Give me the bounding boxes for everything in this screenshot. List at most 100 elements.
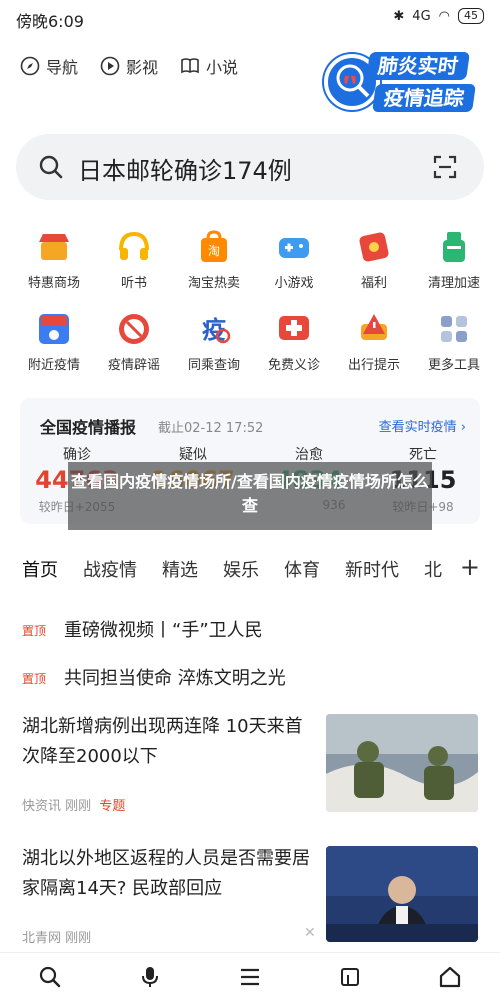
scan-icon[interactable] <box>432 154 458 180</box>
gift-card-icon <box>355 228 393 266</box>
grid-item-label: 听书 <box>120 276 147 291</box>
bluetooth-icon: ✱ <box>393 8 405 24</box>
play-circle-icon <box>100 56 120 76</box>
pinned-headline[interactable]: 重磅微视频丨“手”卫人民 <box>64 616 263 642</box>
status-bar: 傍晚6:09 ✱ 4G ◠ 45 <box>0 0 500 36</box>
news-tag: 专题 <box>99 799 126 814</box>
grid-item-rumor[interactable]: 疫情辟谣 <box>94 304 174 374</box>
grid-item-taobao[interactable]: 淘 淘宝热卖 <box>174 222 254 292</box>
grid-item-label: 更多工具 <box>427 358 480 373</box>
browser-home: 傍晚6:09 ✱ 4G ◠ 45 导航 影视 小说 肺炎实时 疫情追踪 日本邮轮… <box>0 0 500 1000</box>
search-bar[interactable]: 日本邮轮确诊174例 <box>16 134 484 200</box>
search-icon[interactable] <box>38 965 62 989</box>
pinned-badge: 置顶 <box>22 672 47 686</box>
nav-link-daohang[interactable]: 导航 <box>20 54 78 78</box>
news-time: 刚刚 <box>65 931 92 946</box>
view-realtime-label: 查看实时疫情 <box>378 420 457 435</box>
nav-link-label: 导航 <box>46 58 79 77</box>
svg-text:淘: 淘 <box>208 244 220 258</box>
compass-icon <box>20 56 40 76</box>
grid-item-label: 附近疫情 <box>27 358 80 373</box>
search-icon <box>39 155 63 179</box>
tab-home[interactable]: 首页 <box>22 556 58 580</box>
chevron-right-icon: › <box>460 420 466 435</box>
nav-link-label: 影视 <box>126 58 159 77</box>
logo-line2: 疫情追踪 <box>372 84 476 112</box>
tab-beijing[interactable]: 北 <box>424 556 442 580</box>
pinned-headline[interactable]: 共同担当使命 淬炼文明之光 <box>64 664 286 690</box>
nav-link-label: 小说 <box>206 58 239 77</box>
grid-item-more-tools[interactable]: 更多工具 <box>414 304 494 374</box>
news-time: 刚刚 <box>65 799 92 814</box>
grid-item-shop[interactable]: 特惠商场 <box>14 222 94 292</box>
news-title[interactable]: 湖北以外地区返程的人员是否需要居家隔离14天? 民政部回应 <box>22 844 312 904</box>
grid-item-label: 小游戏 <box>274 276 314 291</box>
shop-icon <box>35 228 73 266</box>
grid-item-minigames[interactable]: 小游戏 <box>254 222 334 292</box>
tab-featured[interactable]: 精选 <box>162 556 198 580</box>
search-query: 日本邮轮确诊174例 <box>78 157 292 185</box>
grid-item-travel-alert[interactable]: 出行提示 <box>334 304 414 374</box>
grid-item-nearby-epidemic[interactable]: 附近疫情 <box>14 304 94 374</box>
bottom-nav <box>0 952 500 1000</box>
grid-item-label: 出行提示 <box>347 358 400 373</box>
battery-indicator: 45 <box>458 8 484 24</box>
grid-item-free-clinic[interactable]: 免费义诊 <box>254 304 334 374</box>
more-grid-icon <box>435 310 473 348</box>
signal-label: 4G <box>412 8 431 24</box>
covid-tracker-logo[interactable]: 肺炎实时 疫情追踪 <box>324 52 482 114</box>
stat-label: 疑似 <box>179 447 207 463</box>
tab-entertainment[interactable]: 娱乐 <box>223 556 259 580</box>
book-icon <box>181 58 199 74</box>
news-source: 北青网 <box>22 931 62 946</box>
channel-tabs: 首页 战疫情 精选 娱乐 体育 新时代 北 + <box>22 556 500 580</box>
medical-icon <box>275 310 313 348</box>
logo-line1: 肺炎实时 <box>366 52 470 80</box>
tab-fight-epidemic[interactable]: 战疫情 <box>83 556 137 580</box>
clean-icon <box>435 228 473 266</box>
card-date: 截止02-12 17:52 <box>158 421 264 436</box>
wifi-icon: ◠ <box>438 8 450 24</box>
news-meta: 北青网 刚刚 <box>22 927 91 946</box>
stat-label: 死亡 <box>409 447 437 463</box>
news-title[interactable]: 湖北新增病例出现两连降 10天来首次降至2000以下 <box>22 712 312 772</box>
grid-item-label: 福利 <box>360 276 387 291</box>
menu-icon[interactable] <box>238 965 262 989</box>
card-title: 全国疫情播报 <box>40 418 137 437</box>
view-realtime-link[interactable]: 查看实时疫情 › <box>379 416 466 435</box>
nav-link-xiaoshuo[interactable]: 小说 <box>180 54 238 78</box>
news-thumbnail[interactable] <box>326 714 478 812</box>
travel-alert-icon <box>355 310 393 348</box>
grid-item-audiobook[interactable]: 听书 <box>94 222 174 292</box>
nav-link-yingshi[interactable]: 影视 <box>100 54 158 78</box>
stat-label: 确诊 <box>63 447 91 463</box>
news-thumbnail[interactable] <box>326 846 478 942</box>
tab-new-era[interactable]: 新时代 <box>345 556 399 580</box>
rumor-icon <box>115 310 153 348</box>
microphone-icon[interactable] <box>138 965 162 989</box>
news-source: 快资讯 <box>22 799 62 814</box>
status-time: 傍晚6:09 <box>16 12 84 31</box>
grid-item-label: 特惠商场 <box>27 276 80 291</box>
grid-item-welfare[interactable]: 福利 <box>334 222 414 292</box>
pinned-badge: 置顶 <box>22 624 47 638</box>
grid-item-cleanup[interactable]: 清理加速 <box>414 222 494 292</box>
home-icon[interactable] <box>438 965 462 989</box>
gamepad-icon <box>275 228 313 266</box>
headphones-icon <box>115 228 153 266</box>
news-meta: 快资讯 刚刚 专题 <box>22 795 125 814</box>
dismiss-icon[interactable]: ✕ <box>304 925 316 941</box>
add-channel-icon[interactable]: + <box>453 556 480 580</box>
grid-item-same-trip[interactable]: 疫 同乘查询 <box>174 304 254 374</box>
tabs-icon[interactable] <box>338 965 362 989</box>
title-overlay: 查看国内疫情疫情场所/查看国内疫情疫情场所怎么查 <box>68 462 432 530</box>
grid-item-label: 疫情辟谣 <box>107 358 160 373</box>
nearby-icon <box>35 310 73 348</box>
grid-item-label: 同乘查询 <box>187 358 240 373</box>
grid-item-label: 免费义诊 <box>267 358 320 373</box>
top-links: 导航 影视 小说 <box>20 54 238 78</box>
grid-item-label: 淘宝热卖 <box>187 276 240 291</box>
taobao-bag-icon: 淘 <box>195 228 233 266</box>
status-icons: ✱ 4G ◠ 45 <box>393 8 484 24</box>
tab-sports[interactable]: 体育 <box>284 556 320 580</box>
